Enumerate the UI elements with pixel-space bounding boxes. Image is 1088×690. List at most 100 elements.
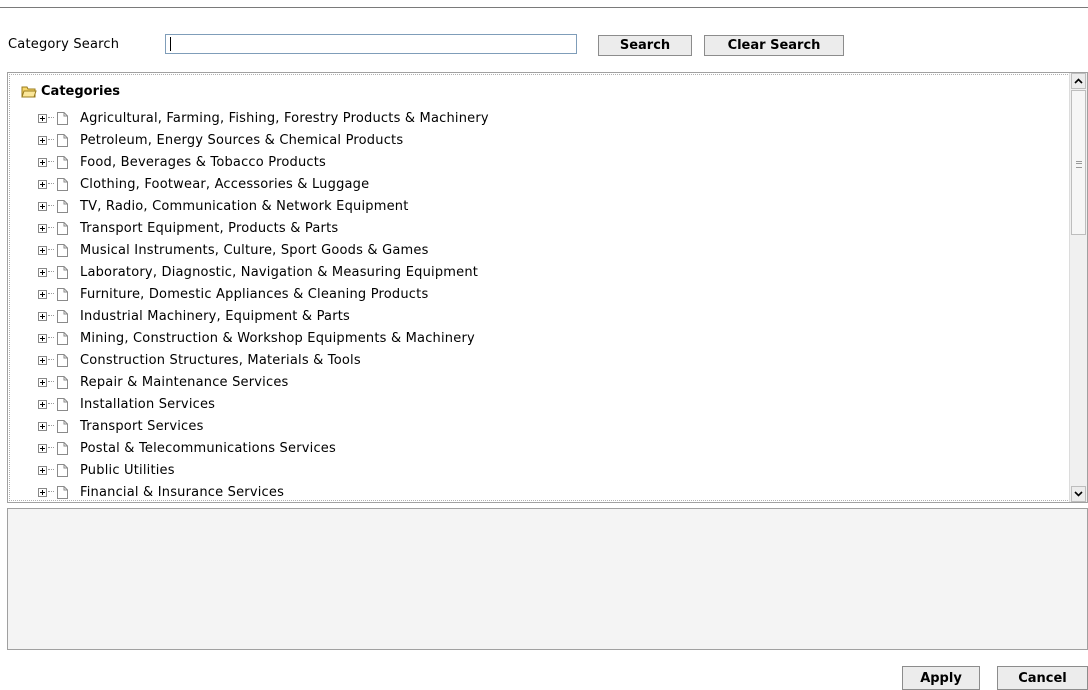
expand-plus-icon[interactable] bbox=[38, 311, 47, 321]
tree-item-label: Laboratory, Diagnostic, Navigation & Mea… bbox=[80, 264, 479, 280]
tree-item-label: Financial & Insurance Services bbox=[80, 484, 285, 500]
expand-plus-icon[interactable] bbox=[38, 267, 47, 277]
expand-plus-icon[interactable] bbox=[38, 179, 47, 189]
document-icon bbox=[57, 111, 68, 125]
tree-item-label: Industrial Machinery, Equipment & Parts bbox=[80, 308, 351, 324]
vertical-scrollbar[interactable] bbox=[1069, 73, 1087, 502]
expand-plus-icon[interactable] bbox=[38, 355, 47, 365]
expand-plus-icon[interactable] bbox=[38, 201, 47, 211]
tree-connector bbox=[48, 117, 54, 119]
tree-connector bbox=[48, 249, 54, 251]
document-icon bbox=[57, 419, 68, 433]
document-icon bbox=[57, 309, 68, 323]
tree-viewport: Categories Agricultural, Farming, Fishin… bbox=[9, 74, 1070, 501]
tree-item[interactable]: Industrial Machinery, Equipment & Parts bbox=[38, 305, 489, 327]
expand-plus-icon[interactable] bbox=[38, 465, 47, 475]
tree-item[interactable]: Repair & Maintenance Services bbox=[38, 371, 489, 393]
document-icon bbox=[57, 265, 68, 279]
document-icon bbox=[57, 221, 68, 235]
expand-plus-icon[interactable] bbox=[38, 135, 47, 145]
tree-item-label: Furniture, Domestic Appliances & Cleanin… bbox=[80, 286, 429, 302]
expand-plus-icon[interactable] bbox=[38, 223, 47, 233]
document-icon bbox=[57, 155, 68, 169]
category-list: Agricultural, Farming, Fishing, Forestry… bbox=[38, 107, 489, 500]
document-icon bbox=[57, 287, 68, 301]
tree-item-label: TV, Radio, Communication & Network Equip… bbox=[80, 198, 409, 214]
tree-item[interactable]: Transport Equipment, Products & Parts bbox=[38, 217, 489, 239]
scroll-up-button[interactable] bbox=[1071, 73, 1086, 89]
tree-item-label: Public Utilities bbox=[80, 462, 175, 478]
tree-connector bbox=[48, 315, 54, 317]
chevron-down-icon bbox=[1074, 491, 1083, 497]
tree-item-label: Food, Beverages & Tobacco Products bbox=[80, 154, 326, 170]
expand-plus-icon[interactable] bbox=[38, 443, 47, 453]
scrollbar-thumb[interactable] bbox=[1071, 90, 1086, 235]
tree-item[interactable]: Postal & Telecommunications Services bbox=[38, 437, 489, 459]
document-icon bbox=[57, 353, 68, 367]
tree-item[interactable]: Musical Instruments, Culture, Sport Good… bbox=[38, 239, 489, 261]
scroll-down-button[interactable] bbox=[1071, 486, 1086, 502]
apply-button[interactable]: Apply bbox=[902, 666, 980, 690]
tree-item[interactable]: Food, Beverages & Tobacco Products bbox=[38, 151, 489, 173]
tree-connector bbox=[48, 183, 54, 185]
tree-item[interactable]: Furniture, Domestic Appliances & Cleanin… bbox=[38, 283, 489, 305]
search-button[interactable]: Search bbox=[598, 35, 692, 56]
category-tree: Categories Agricultural, Farming, Fishin… bbox=[7, 72, 1088, 503]
tree-item[interactable]: Laboratory, Diagnostic, Navigation & Mea… bbox=[38, 261, 489, 283]
tree-item-label: Mining, Construction & Workshop Equipmen… bbox=[80, 330, 475, 346]
expand-plus-icon[interactable] bbox=[38, 113, 47, 123]
tree-connector bbox=[48, 381, 54, 383]
clear-search-button[interactable]: Clear Search bbox=[704, 35, 844, 56]
expand-plus-icon[interactable] bbox=[38, 487, 47, 497]
tree-item[interactable]: Financial & Insurance Services bbox=[38, 481, 489, 500]
tree-item-label: Construction Structures, Materials & Too… bbox=[80, 352, 361, 368]
expand-plus-icon[interactable] bbox=[38, 157, 47, 167]
tree-connector bbox=[48, 337, 54, 339]
tree-root-label: Categories bbox=[41, 84, 121, 99]
tree-item[interactable]: Mining, Construction & Workshop Equipmen… bbox=[38, 327, 489, 349]
tree-item[interactable]: Clothing, Footwear, Accessories & Luggag… bbox=[38, 173, 489, 195]
tree-item[interactable]: TV, Radio, Communication & Network Equip… bbox=[38, 195, 489, 217]
document-icon bbox=[57, 463, 68, 477]
document-icon bbox=[57, 243, 68, 257]
tree-connector bbox=[48, 447, 54, 449]
category-search-input[interactable] bbox=[165, 34, 577, 54]
tree-item[interactable]: Petroleum, Energy Sources & Chemical Pro… bbox=[38, 129, 489, 151]
tree-item-label: Agricultural, Farming, Fishing, Forestry… bbox=[80, 110, 489, 126]
cancel-button[interactable]: Cancel bbox=[997, 666, 1088, 690]
document-icon bbox=[57, 485, 68, 499]
tree-item[interactable]: Construction Structures, Materials & Too… bbox=[38, 349, 489, 371]
expand-plus-icon[interactable] bbox=[38, 333, 47, 343]
tree-connector bbox=[48, 227, 54, 229]
expand-plus-icon[interactable] bbox=[38, 245, 47, 255]
document-icon bbox=[57, 133, 68, 147]
tree-item-label: Clothing, Footwear, Accessories & Luggag… bbox=[80, 176, 370, 192]
expand-plus-icon[interactable] bbox=[38, 377, 47, 387]
tree-item[interactable]: Agricultural, Farming, Fishing, Forestry… bbox=[38, 107, 489, 129]
tree-item-label: Repair & Maintenance Services bbox=[80, 374, 289, 390]
tree-item[interactable]: Installation Services bbox=[38, 393, 489, 415]
grip-icon bbox=[1076, 161, 1082, 168]
tree-connector bbox=[48, 293, 54, 295]
tree-connector bbox=[48, 161, 54, 163]
tree-item-label: Petroleum, Energy Sources & Chemical Pro… bbox=[80, 132, 404, 148]
expand-plus-icon[interactable] bbox=[38, 421, 47, 431]
document-icon bbox=[57, 177, 68, 191]
text-caret bbox=[170, 37, 171, 51]
tree-item-label: Transport Equipment, Products & Parts bbox=[80, 220, 339, 236]
tree-connector bbox=[48, 425, 54, 427]
details-panel bbox=[7, 508, 1088, 650]
document-icon bbox=[57, 441, 68, 455]
expand-plus-icon[interactable] bbox=[38, 399, 47, 409]
tree-root[interactable]: Categories bbox=[21, 84, 120, 99]
tree-item[interactable]: Transport Services bbox=[38, 415, 489, 437]
tree-connector bbox=[48, 271, 54, 273]
expand-plus-icon[interactable] bbox=[38, 289, 47, 299]
top-divider bbox=[0, 7, 1088, 8]
document-icon bbox=[57, 397, 68, 411]
tree-connector bbox=[48, 469, 54, 471]
tree-connector bbox=[48, 139, 54, 141]
tree-item-label: Installation Services bbox=[80, 396, 216, 412]
tree-item-label: Transport Services bbox=[80, 418, 204, 434]
tree-item[interactable]: Public Utilities bbox=[38, 459, 489, 481]
